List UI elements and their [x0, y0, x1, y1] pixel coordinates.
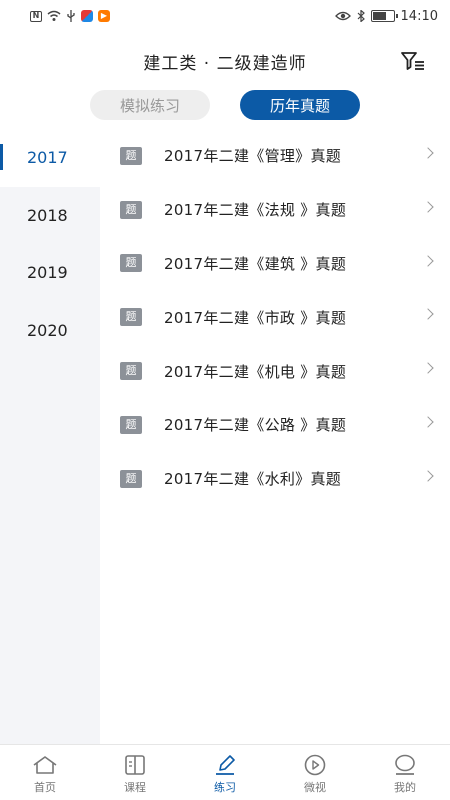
question-badge: 题	[120, 200, 142, 219]
status-left: N ▶	[30, 10, 110, 22]
paper-item-regulations[interactable]: 题 2017年二建《法规 》真题	[100, 183, 450, 237]
nav-label: 我的	[394, 781, 416, 794]
tab-bar: 模拟练习 历年真题	[0, 90, 450, 128]
status-right: 14:10	[334, 8, 438, 24]
tab-past-exams[interactable]: 历年真题	[240, 90, 360, 120]
filter-button[interactable]	[400, 50, 426, 74]
page-title: 建工类 · 二级建造师	[143, 53, 307, 74]
notification-box-icon: N	[30, 10, 42, 22]
nav-videos[interactable]: 微视	[270, 745, 360, 800]
paper-title: 2017年二建《机电 》真题	[164, 362, 347, 381]
question-badge: 题	[120, 415, 142, 434]
question-badge: 题	[120, 254, 142, 273]
pencil-icon	[216, 755, 235, 775]
nav-courses[interactable]: 课程	[90, 745, 180, 800]
chevron-right-icon	[422, 201, 434, 213]
question-badge: 题	[120, 362, 142, 381]
paper-title: 2017年二建《建筑 》真题	[164, 254, 347, 273]
paper-item-management[interactable]: 题 2017年二建《管理》真题	[100, 129, 450, 183]
tab-mock-practice[interactable]: 模拟练习	[90, 90, 210, 120]
chevron-right-icon	[422, 416, 434, 428]
nav-label: 课程	[124, 781, 146, 794]
paper-title: 2017年二建《水利》真题	[164, 470, 342, 489]
bluetooth-icon	[357, 10, 365, 22]
paper-item-highway[interactable]: 题 2017年二建《公路 》真题	[100, 398, 450, 452]
paper-list: 题 2017年二建《管理》真题 题 2017年二建《法规 》真题 题 2017年…	[100, 129, 450, 506]
paper-item-water[interactable]: 题 2017年二建《水利》真题	[100, 452, 450, 506]
year-item-2019[interactable]: 2019	[0, 244, 100, 302]
chevron-right-icon	[422, 362, 434, 374]
nav-home[interactable]: 首页	[0, 745, 90, 800]
year-label: 2020	[27, 320, 68, 340]
year-label: 2017	[27, 148, 68, 168]
usb-icon	[67, 10, 75, 22]
paper-title: 2017年二建《公路 》真题	[164, 416, 347, 435]
question-badge: 题	[120, 308, 142, 327]
paper-title: 2017年二建《法规 》真题	[164, 201, 347, 220]
play-icon	[304, 754, 326, 776]
year-label: 2018	[27, 205, 68, 225]
chevron-right-icon	[422, 308, 434, 321]
paper-item-municipal[interactable]: 题 2017年二建《市政 》真题	[100, 290, 450, 344]
paper-title: 2017年二建《管理》真题	[164, 147, 342, 166]
content-area: 2017 2018 2019 2020 题 2017年二建《管理》真题 题 20…	[0, 129, 450, 744]
header: 建工类 · 二级建造师	[0, 32, 450, 90]
status-time: 14:10	[400, 8, 438, 24]
paper-title: 2017年二建《市政 》真题	[164, 308, 347, 327]
year-item-2020[interactable]: 2020	[0, 302, 100, 360]
active-indicator	[0, 144, 3, 170]
year-item-2018[interactable]: 2018	[0, 187, 100, 245]
paper-item-building[interactable]: 题 2017年二建《建筑 》真题	[100, 237, 450, 291]
nav-label: 练习	[214, 781, 236, 794]
video-app-icon: ▶	[98, 10, 110, 22]
battery-icon	[370, 10, 398, 22]
eye-icon	[334, 11, 351, 21]
year-item-2017[interactable]: 2017	[0, 129, 100, 187]
chevron-right-icon	[422, 147, 434, 159]
book-icon	[125, 755, 145, 775]
home-icon	[33, 756, 57, 774]
profile-icon	[395, 754, 415, 775]
nav-profile[interactable]: 我的	[360, 745, 450, 800]
nav-practice[interactable]: 练习	[180, 745, 270, 800]
year-label: 2019	[27, 263, 68, 283]
year-sidebar: 2017 2018 2019 2020	[0, 129, 100, 744]
chevron-right-icon	[422, 254, 434, 267]
bottom-nav: 首页 课程 练习 微视 我的	[0, 744, 450, 800]
app-notification-icon	[81, 10, 93, 22]
chevron-right-icon	[422, 470, 434, 482]
wifi-icon	[47, 10, 61, 21]
question-badge: 题	[120, 469, 142, 488]
filter-icon	[401, 52, 424, 70]
nav-label: 微视	[304, 781, 326, 794]
status-bar: N ▶ 14:10	[0, 0, 450, 32]
nav-label: 首页	[34, 781, 56, 794]
question-badge: 题	[120, 146, 142, 165]
paper-item-electromechanical[interactable]: 题 2017年二建《机电 》真题	[100, 344, 450, 398]
